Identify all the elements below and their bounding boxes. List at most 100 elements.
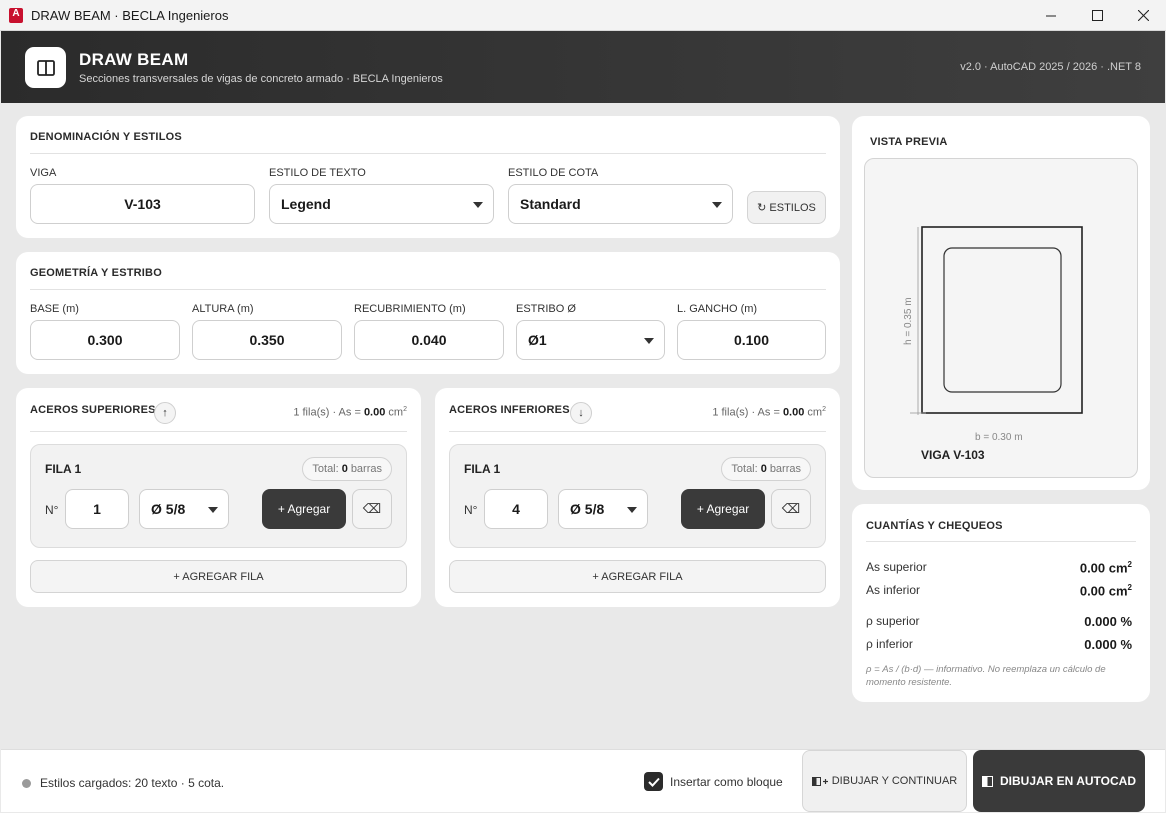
add-label: + Agregar [696, 502, 750, 516]
base-dimension-label: b = 0.30 m [975, 432, 1023, 443]
cuantias-note: ρ = As / (b·d) — informativo. No reempla… [866, 664, 1106, 688]
chevron-down-icon [208, 507, 218, 513]
draw-icon [981, 775, 993, 787]
divider [866, 541, 1136, 542]
gancho-value: 0.100 [733, 332, 770, 348]
cota-style-label: ESTILO DE COTA [508, 167, 599, 179]
texto-style-select[interactable]: Legend [269, 184, 494, 224]
recubrimiento-value: 0.040 [411, 332, 447, 348]
app-version: v2.0 · AutoCAD 2025 / 2026 · .NET 8 [960, 61, 1141, 73]
superiores-diameter-value: Ø 5/8 [151, 501, 186, 517]
beam-name-label: VIGA V-103 [921, 448, 985, 462]
divider [30, 289, 826, 290]
status-text: Estilos cargados: 20 texto · 5 cota. [40, 776, 225, 790]
inferiores-as-info: 1 fila(s) · As = 0.00 cm2 [712, 406, 826, 419]
estribo-select[interactable]: Ø1 [516, 320, 665, 360]
inferiores-diameter-value: Ø 5/8 [570, 501, 605, 517]
status-indicator [22, 779, 31, 788]
recubrimiento-label: RECUBRIMIENTO (m) [354, 303, 466, 315]
check-icon [647, 777, 660, 787]
maximize-button[interactable] [1074, 0, 1120, 31]
backspace-icon: ⌫ [362, 501, 382, 516]
reload-styles-label: ↻ ESTILOS [757, 202, 816, 214]
altura-input[interactable]: 0.350 [192, 320, 342, 360]
rho-inferior-row: ρ inferior 0.000 % [866, 637, 1132, 652]
app-subtitle: Secciones transversales de vigas de conc… [79, 73, 443, 85]
divider [449, 431, 826, 432]
draw-and-continue-button[interactable]: DIBUJAR Y CONTINUAR [802, 750, 967, 812]
rho-superior-row: ρ superior 0.000 % [866, 614, 1132, 629]
insert-as-block-label[interactable]: Insertar como bloque [670, 775, 783, 789]
superiores-clear-button[interactable]: ⌫ [352, 489, 392, 529]
autocad-app-icon: A [9, 8, 23, 23]
draw-in-autocad-button[interactable]: DIBUJAR EN AUTOCAD [973, 750, 1145, 812]
height-dimension-label: h = 0.35 m [903, 297, 914, 345]
vista-previa-card: VISTA PREVIA h = 0.35 m b = 0.30 m VIGA … [852, 116, 1150, 490]
window-title: DRAW BEAM · BECLA Ingenieros [31, 8, 229, 23]
base-input[interactable]: 0.300 [30, 320, 180, 360]
reload-styles-button[interactable]: ↻ ESTILOS [747, 191, 826, 224]
backspace-icon: ⌫ [781, 501, 801, 516]
viga-input[interactable]: V-103 [30, 184, 255, 224]
superiores-n-input[interactable]: 1 [65, 489, 129, 529]
estribo-label: ESTRIBO Ø [516, 303, 576, 315]
superiores-diameter-select[interactable]: Ø 5/8 [139, 489, 229, 529]
chevron-down-icon [644, 338, 654, 344]
inferiores-add-button[interactable]: + Agregar [681, 489, 765, 529]
denominacion-title: DENOMINACIÓN Y ESTILOS [30, 131, 182, 143]
viga-value: V-103 [124, 196, 161, 212]
chevron-down-icon [627, 507, 637, 513]
as-superior-row: As superior 0.00 cm2 [866, 560, 1132, 576]
close-icon [1137, 10, 1149, 21]
draw-and-continue-label: DIBUJAR Y CONTINUAR [831, 775, 958, 787]
cuantias-title: CUANTÍAS Y CHEQUEOS [866, 520, 1003, 532]
app-title: DRAW BEAM [79, 50, 189, 69]
altura-value: 0.350 [249, 332, 285, 348]
total-badge: Total: 0 barras [721, 457, 811, 481]
superiores-add-button[interactable]: + Agregar [262, 489, 346, 529]
superiores-as-info: 1 fila(s) · As = 0.00 cm2 [293, 406, 407, 419]
recubrimiento-input[interactable]: 0.040 [354, 320, 504, 360]
total-badge: Total: 0 barras [302, 457, 392, 481]
inferiores-add-row-button[interactable]: + AGREGAR FILA [449, 560, 826, 593]
superiores-add-row-button[interactable]: + AGREGAR FILA [30, 560, 407, 593]
fila-title: FILA 1 [464, 462, 501, 476]
chevron-down-icon [473, 202, 483, 208]
gancho-label: L. GANCHO (m) [677, 303, 758, 315]
estribo-value: Ø1 [528, 332, 547, 348]
preview-title: VISTA PREVIA [870, 136, 948, 148]
superiores-n-value: 1 [93, 501, 101, 517]
cota-style-select[interactable]: Standard [508, 184, 733, 224]
minimize-button[interactable] [1028, 0, 1074, 31]
close-button[interactable] [1120, 0, 1166, 31]
inferiores-title: ACEROS INFERIORES [449, 404, 570, 416]
as-inferior-row: As inferior 0.00 cm2 [866, 583, 1132, 599]
geometria-card: GEOMETRÍA Y ESTRIBO BASE (m) 0.300 ALTUR… [16, 252, 840, 374]
insert-as-block-checkbox[interactable] [644, 772, 663, 791]
n-label: N° [45, 503, 59, 517]
superiores-title: ACEROS SUPERIORES [30, 404, 156, 416]
inferiores-diameter-select[interactable]: Ø 5/8 [558, 489, 648, 529]
base-label: BASE (m) [30, 303, 79, 315]
draw-continue-icon [811, 776, 828, 786]
inferiores-n-input[interactable]: 4 [484, 489, 548, 529]
denominacion-card: DENOMINACIÓN Y ESTILOS VIGA V-103 ESTILO… [16, 116, 840, 238]
minimize-icon [1046, 15, 1056, 16]
texto-style-value: Legend [281, 196, 331, 212]
gancho-input[interactable]: 0.100 [677, 320, 826, 360]
aceros-inferiores-card: ACEROS INFERIORES ↓ 1 fila(s) · As = 0.0… [435, 388, 840, 607]
texto-style-label: ESTILO DE TEXTO [269, 167, 366, 179]
inferiores-clear-button[interactable]: ⌫ [771, 489, 811, 529]
divider [30, 153, 826, 154]
cota-style-value: Standard [520, 196, 581, 212]
altura-label: ALTURA (m) [192, 303, 254, 315]
arrow-down-icon: ↓ [570, 402, 592, 424]
geometria-title: GEOMETRÍA Y ESTRIBO [30, 267, 162, 279]
divider [30, 431, 407, 432]
add-row-label: + AGREGAR FILA [592, 570, 683, 583]
beam-preview-canvas: h = 0.35 m b = 0.30 m VIGA V-103 [864, 158, 1138, 478]
footer-bar: Estilos cargados: 20 texto · 5 cota. Ins… [1, 749, 1165, 812]
superiores-fila-1: FILA 1 Total: 0 barras N° 1 Ø 5/8 + Agrega… [30, 444, 407, 548]
draw-in-autocad-label: DIBUJAR EN AUTOCAD [999, 774, 1136, 788]
beam-outline [921, 226, 1083, 414]
